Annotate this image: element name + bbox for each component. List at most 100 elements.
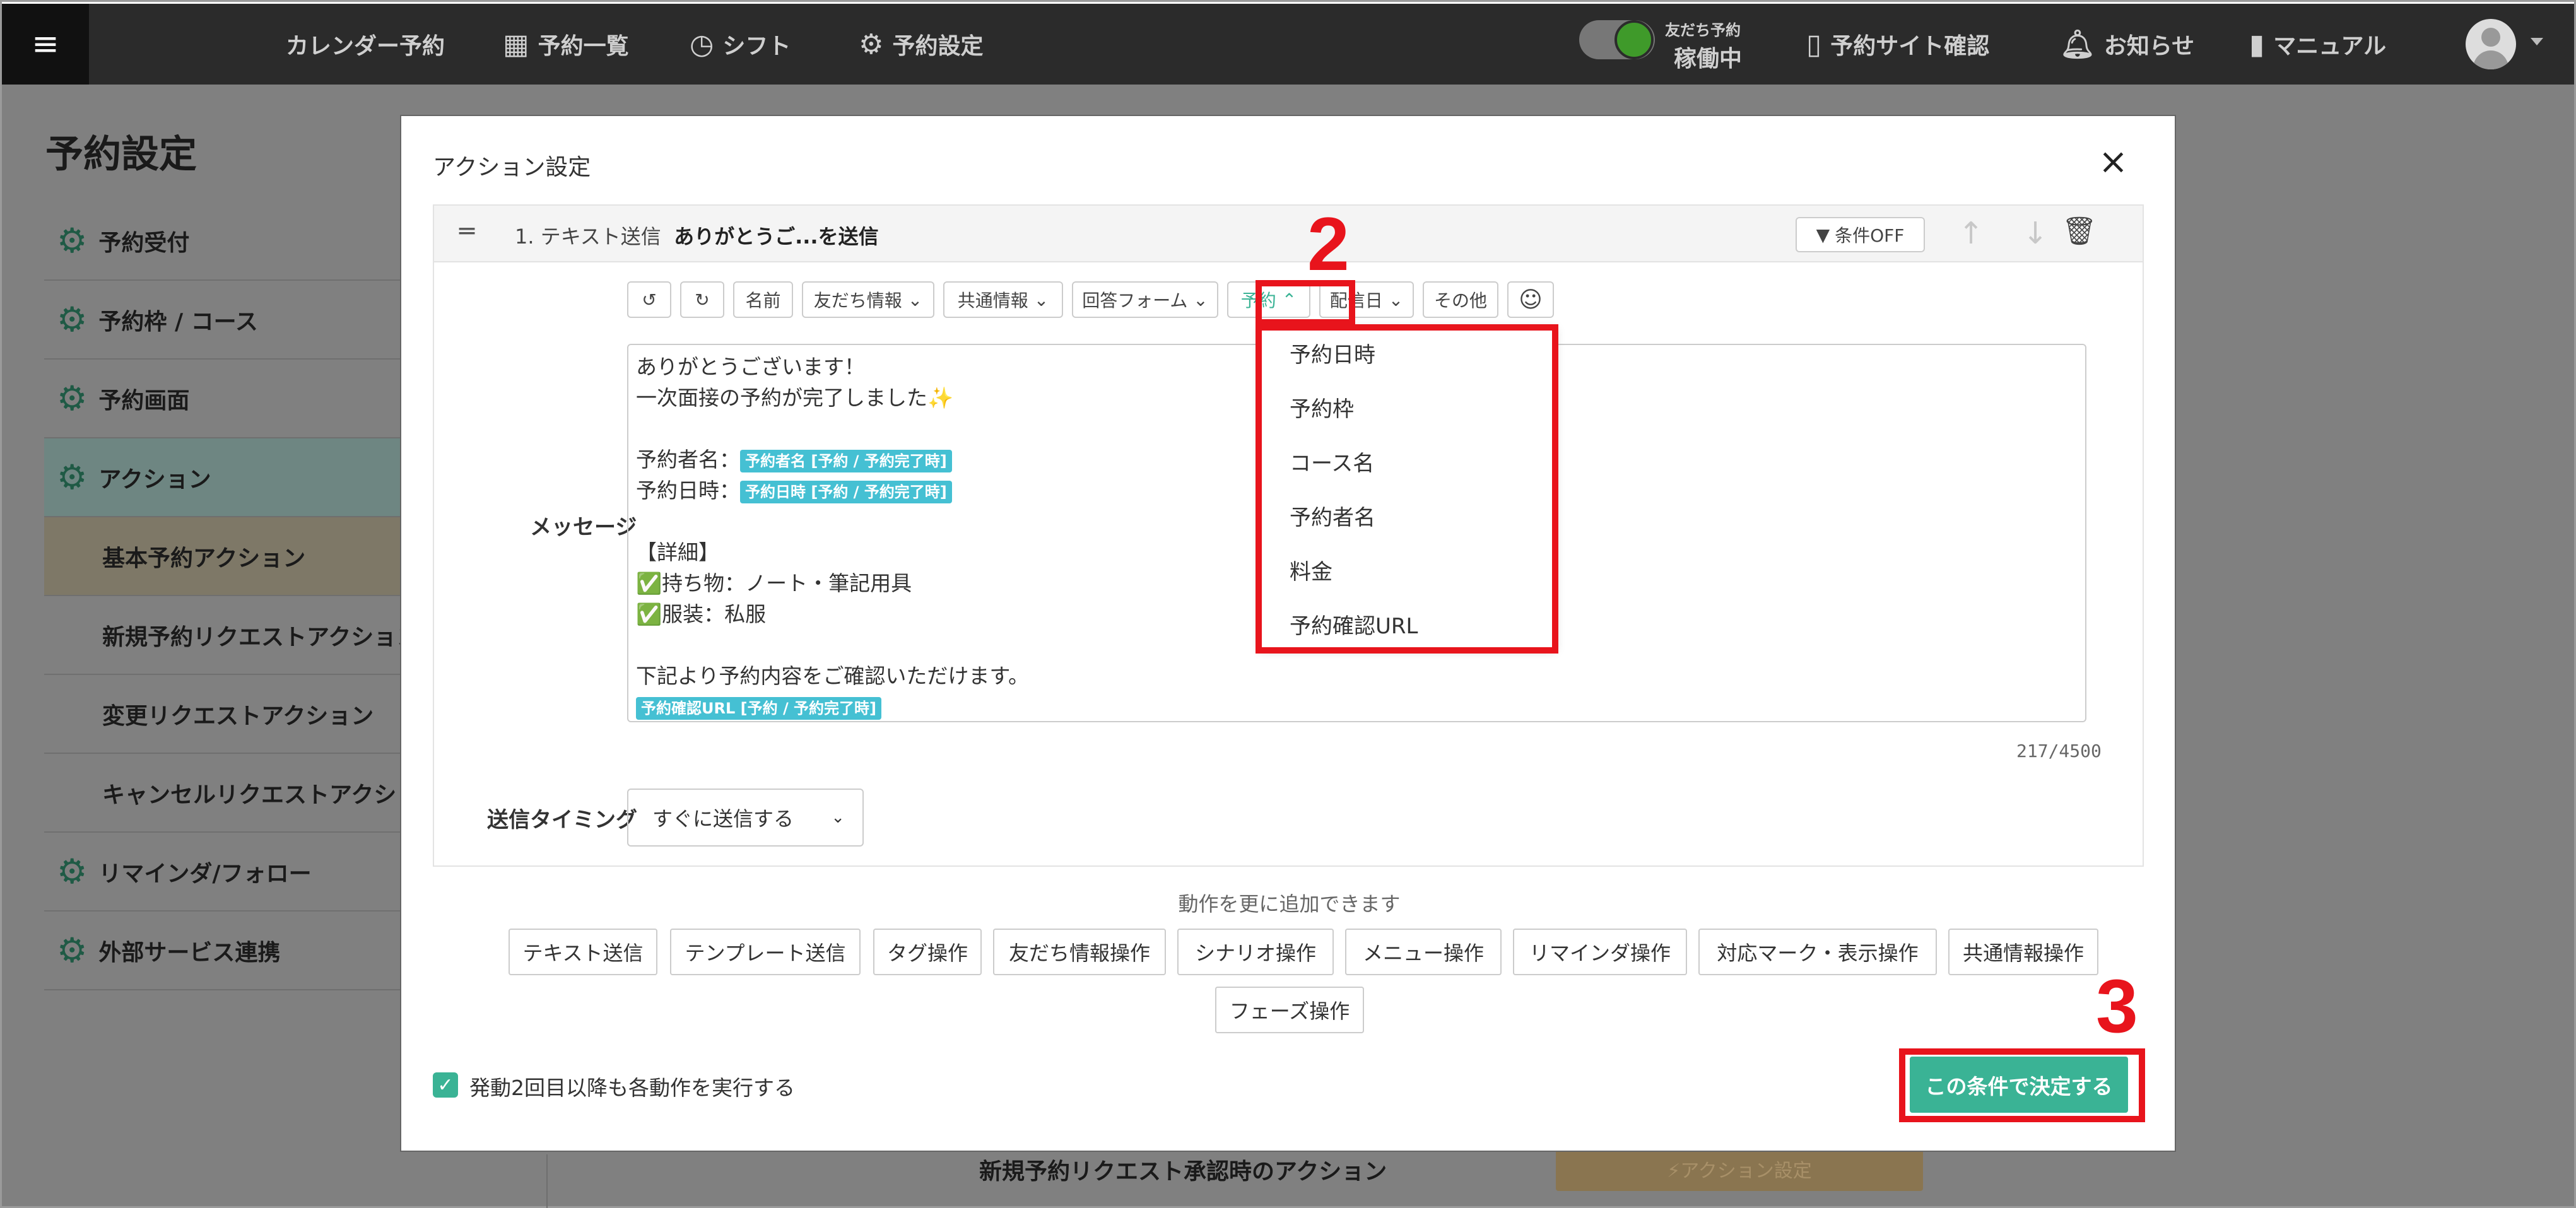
nav-shift[interactable]: ◷ シフト: [690, 4, 791, 85]
nav-label: 予約設定: [892, 33, 984, 59]
add-menu-operation-button[interactable]: メニュー操作: [1345, 929, 1502, 975]
top-navigation-bar: ≡ カレンダー予約 ▦ 予約一覧 ◷ シフト ⚙ 予約設定 友だち予約 稼働中 ▯ 予約…: [2, 4, 2574, 85]
nav-reservation-settings[interactable]: ⚙ 予約設定: [859, 4, 983, 85]
add-common-info-operation-button[interactable]: 共通情報操作: [1948, 929, 2098, 975]
sidebar-subitem-cancel-request-action[interactable]: キャンセルリクエストアクション: [44, 754, 404, 833]
sidebar-item-reminder[interactable]: ⚙ リマインダ/フォロー: [44, 833, 404, 912]
avatar[interactable]: [2466, 19, 2516, 69]
redo-button[interactable]: ↻: [680, 281, 724, 318]
nav-reservation-list[interactable]: ▦ 予約一覧: [503, 4, 629, 85]
chevron-down-icon: ⌄: [1028, 289, 1049, 310]
sidebar-subitem-new-request-action[interactable]: 新規予約リクエストアクション: [44, 596, 404, 675]
gear-icon: ⚙: [57, 852, 88, 891]
annotation-box-submit: [1899, 1048, 2145, 1122]
page-title: 予約設定: [45, 132, 197, 177]
nav-label: 予約サイト確認: [1830, 33, 1990, 59]
insert-name-button[interactable]: 名前: [733, 281, 793, 318]
add-friend-info-operation-button[interactable]: 友だち情報操作: [993, 929, 1166, 975]
sidebar-item-label: 予約受付: [98, 230, 190, 256]
condition-button-label: 条件OFF: [1835, 225, 1905, 246]
smartphone-icon: ▯: [1806, 28, 1822, 61]
add-template-send-button[interactable]: テンプレート送信: [670, 929, 861, 975]
send-timing-value: すぐに送信する: [652, 807, 794, 831]
chevron-down-icon[interactable]: [2531, 38, 2543, 45]
annotation-step-2: 2: [1307, 202, 1350, 286]
condition-off-button[interactable]: ▼ 条件OFF: [1796, 217, 1925, 252]
gear-icon: ⚙: [57, 300, 88, 339]
toggle-caption: 友だち予約: [1665, 21, 1741, 39]
action-card-header: ═ 1. テキスト送信 ありがとうご...を送信 ▼ 条件OFF ↑ ↓ 🗑︎: [434, 206, 2143, 262]
friend-info-dropdown[interactable]: 友だち情報 ⌄: [802, 281, 934, 318]
add-more-actions-hint: 動作を更に追加できます: [1178, 892, 1401, 916]
sidebar-subitem-basic-action[interactable]: 基本予約アクション: [44, 517, 404, 596]
nav-notice[interactable]: 🔔︎ お知らせ: [2060, 4, 2194, 85]
sidebar-item-label: 予約枠 / コース: [98, 308, 258, 335]
hamburger-menu-icon[interactable]: ≡: [2, 4, 89, 85]
toggle-status: 稼働中: [1674, 46, 1743, 72]
move-down-icon[interactable]: ↓: [2023, 216, 2048, 251]
background-action-settings-button[interactable]: ⚡アクション設定: [1556, 1147, 1923, 1191]
sidebar-subitem-change-request-action[interactable]: 変更リクエストアクション: [44, 675, 404, 754]
add-mark-display-operation-button[interactable]: 対応マーク・表示操作: [1698, 929, 1937, 975]
variable-chip[interactable]: 予約者名 [予約 / 予約完了時]: [740, 449, 952, 472]
sidebar-item-screen[interactable]: ⚙ 予約画面: [44, 360, 404, 438]
modal-title: アクション設定: [433, 155, 591, 180]
sidebar-item-reception[interactable]: ⚙ 予約受付: [44, 202, 404, 281]
action-card-title: 1. テキスト送信 ありがとうご...を送信: [515, 221, 879, 250]
friend-reservation-toggle[interactable]: [1579, 20, 1655, 59]
message-toolbar: ↺ ↻ 名前 友だち情報 ⌄ 共通情報 ⌄ 回答フォーム ⌄ 予約 ⌃ 配信日 …: [627, 281, 1563, 318]
content-divider: [546, 1154, 548, 1208]
nav-label: マニュアル: [2273, 33, 2387, 59]
message-line: 予約確認URL [予約 / 予約完了時]: [636, 691, 2078, 721]
nav-site-check[interactable]: ▯ 予約サイト確認: [1806, 4, 1989, 85]
common-info-dropdown[interactable]: 共通情報 ⌄: [943, 281, 1063, 318]
gear-icon: ⚙: [57, 378, 88, 418]
clock-icon: ◷: [690, 28, 714, 61]
gear-icon: ⚙: [57, 930, 88, 970]
undo-button[interactable]: ↺: [627, 281, 671, 318]
nav-label: シフト: [722, 33, 791, 59]
message-label: メッセージ: [530, 515, 637, 540]
trash-icon[interactable]: 🗑︎: [2062, 214, 2097, 247]
add-text-send-button[interactable]: テキスト送信: [509, 929, 657, 975]
answer-form-dropdown[interactable]: 回答フォーム ⌄: [1072, 281, 1218, 318]
chevron-down-icon: ⌄: [902, 289, 923, 310]
chevron-down-icon: ⌄: [1187, 289, 1208, 310]
chevron-down-icon: ⌄: [831, 808, 845, 827]
gear-icon: ⚙: [57, 221, 88, 261]
other-button[interactable]: その他: [1423, 281, 1498, 318]
send-timing-select[interactable]: すぐに送信する ⌄: [627, 789, 864, 847]
filter-icon: ▼: [1816, 224, 1830, 245]
close-icon[interactable]: ×: [2098, 141, 2128, 182]
annotation-box-dropdown: [1256, 324, 1558, 654]
sidebar-item-slot-course[interactable]: ⚙ 予約枠 / コース: [44, 281, 404, 360]
message-line: 下記より予約内容をご確認いただけます。: [636, 664, 1030, 688]
chevron-down-icon: ⌄: [1382, 289, 1404, 310]
send-timing-label: 送信タイミング: [487, 807, 637, 833]
calendar-icon: ▦: [503, 28, 529, 61]
emoji-icon[interactable]: ☺: [1507, 281, 1554, 318]
action-index-label: 1. テキスト送信: [515, 225, 661, 249]
sidebar-item-external[interactable]: ⚙ 外部サービス連携: [44, 912, 404, 990]
drag-handle-icon[interactable]: ═: [459, 217, 474, 246]
add-scenario-operation-button[interactable]: シナリオ操作: [1177, 929, 1334, 975]
nav-manual[interactable]: ▮ マニュアル: [2249, 4, 2386, 85]
add-reminder-operation-button[interactable]: リマインダ操作: [1513, 929, 1687, 975]
add-tag-operation-button[interactable]: タグ操作: [873, 929, 982, 975]
sidebar-item-label: 基本予約アクション: [102, 545, 306, 572]
variable-chip[interactable]: 予約日時 [予約 / 予約完了時]: [740, 480, 952, 503]
add-phase-operation-button[interactable]: フェーズ操作: [1215, 987, 1364, 1033]
avatar-head: [2481, 28, 2500, 47]
variable-chip[interactable]: 予約確認URL [予約 / 予約完了時]: [636, 696, 882, 720]
gear-icon: ⚙: [859, 28, 884, 61]
message-text: 予約日時：: [636, 478, 740, 503]
sidebar-item-action[interactable]: ⚙ アクション: [44, 438, 404, 517]
nav-calendar-reservation[interactable]: カレンダー予約: [286, 4, 445, 85]
move-up-icon[interactable]: ↑: [1958, 216, 1984, 251]
background-section-title: 新規予約リクエスト承認時のアクション: [979, 1159, 1387, 1185]
sidebar-item-label: リマインダ/フォロー: [98, 860, 312, 887]
answer-form-label: 回答フォーム: [1082, 290, 1188, 311]
character-counter: 217/4500: [2016, 741, 2102, 761]
repeat-execution-checkbox[interactable]: ✓: [433, 1072, 458, 1098]
action-name: ありがとうご...を送信: [674, 225, 879, 249]
